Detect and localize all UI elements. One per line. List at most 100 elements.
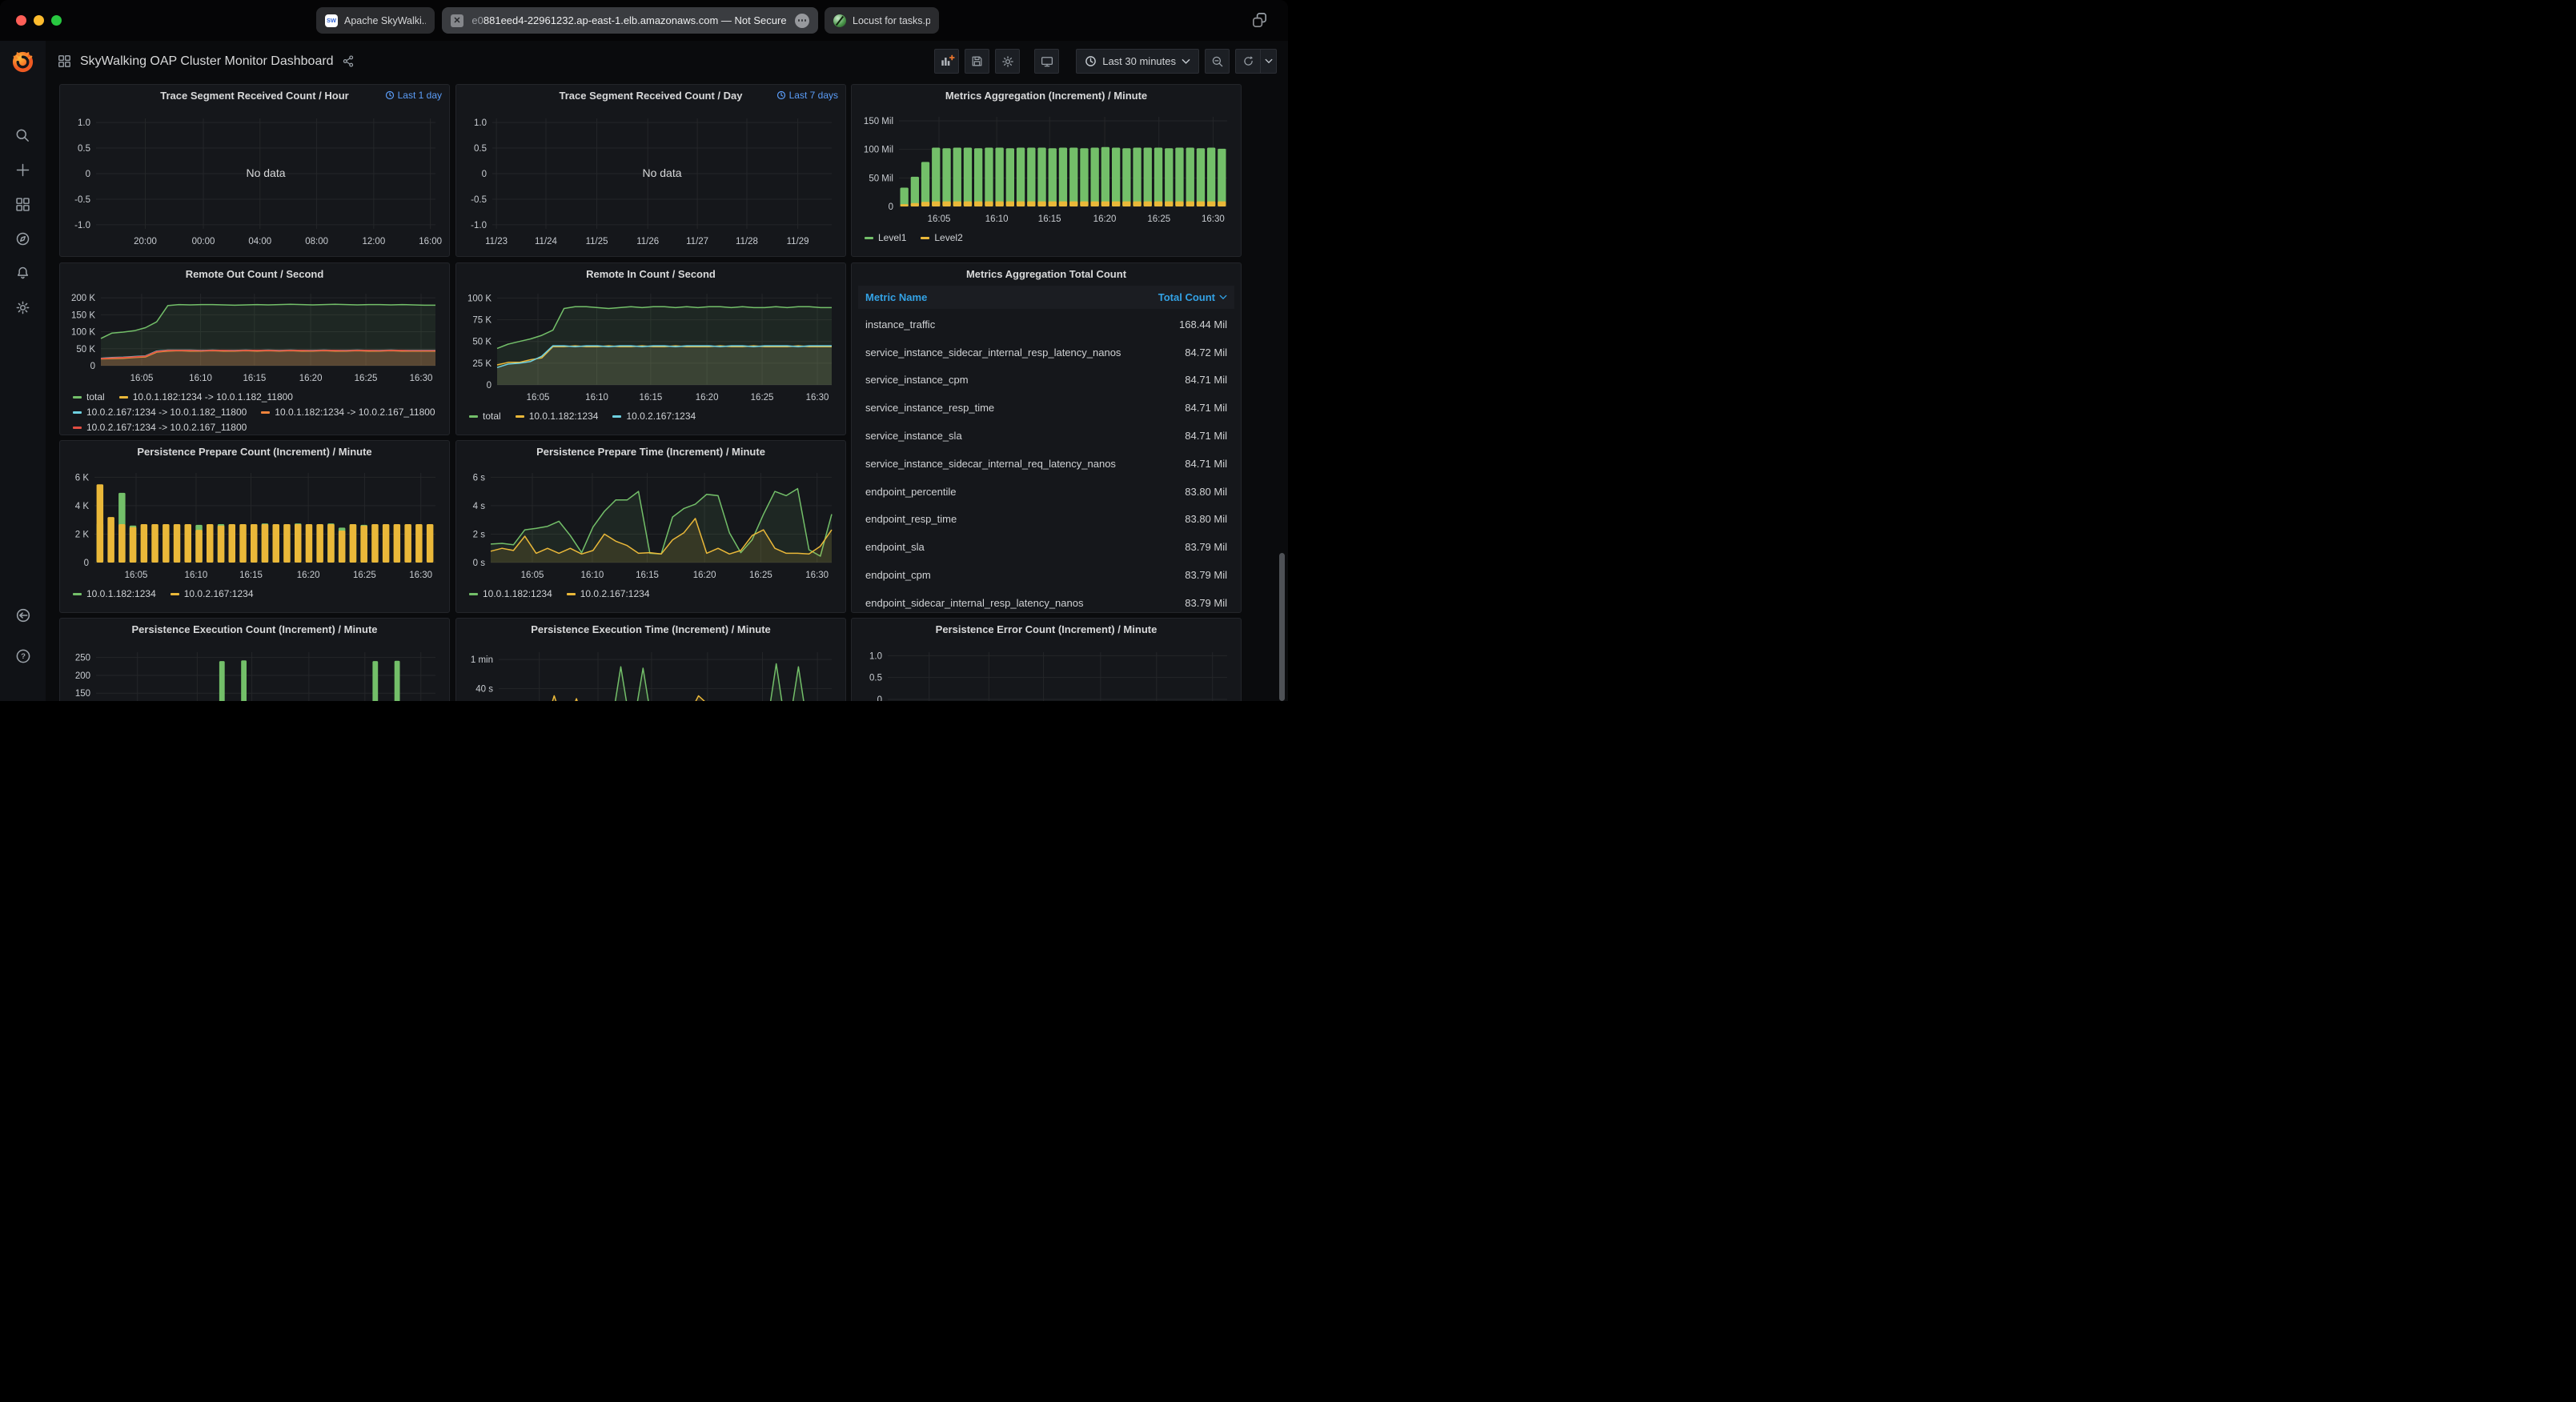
minimize-window-button[interactable] <box>34 15 44 26</box>
svg-text:16:25: 16:25 <box>751 393 774 403</box>
chart-trace-day[interactable]: 11/2311/2411/2511/2611/2711/2811/291.00.… <box>460 106 841 250</box>
help-icon: ? <box>14 647 32 665</box>
close-window-button[interactable] <box>16 15 26 26</box>
panel-title[interactable]: Persistence Execution Time (Increment) /… <box>531 623 771 635</box>
chart-error-count[interactable]: 16:0516:1016:1516:2016:2516:301.00.50-0.… <box>856 639 1237 701</box>
sidebar-item-alerting[interactable] <box>0 256 46 290</box>
table-body: instance_traffic168.44 Milservice_instan… <box>858 310 1234 613</box>
panel-title[interactable]: Trace Segment Received Count / Day <box>559 90 742 102</box>
table-row: instance_traffic168.44 Mil <box>858 310 1234 338</box>
chart-trace-hour[interactable]: 20:0000:0004:0008:0012:0016:001.00.50-0.… <box>64 106 445 250</box>
panel-title[interactable]: Persistence Execution Count (Increment) … <box>132 623 378 635</box>
chevron-down-icon <box>1265 58 1273 64</box>
chart-execution-time[interactable]: 16:0516:1016:1516:2016:2516:301 min40 s2… <box>460 639 841 701</box>
panel-persistence-execution-time: Persistence Execution Time (Increment) /… <box>455 618 846 701</box>
sidebar-item-sign-in[interactable] <box>14 607 32 628</box>
time-override-badge: Last 1 day <box>385 90 442 101</box>
svg-text:16:30: 16:30 <box>1202 214 1225 224</box>
panel-title[interactable]: Metrics Aggregation (Increment) / Minute <box>945 90 1147 102</box>
sidebar-item-dashboards[interactable] <box>0 187 46 222</box>
tab-locust[interactable]: Locust for tasks.py <box>825 7 939 34</box>
table-row: service_instance_sidecar_internal_resp_l… <box>858 338 1234 367</box>
sidebar-item-explore[interactable] <box>0 222 46 256</box>
table-row: service_instance_sla84.71 Mil <box>858 422 1234 450</box>
svg-text:11/29: 11/29 <box>787 237 809 246</box>
chart-prepare-count[interactable]: 16:0516:1016:1516:2016:2516:306 K4 K2 K0 <box>64 462 445 583</box>
refresh-dashboard-button[interactable] <box>1236 50 1260 73</box>
close-tab-icon[interactable]: ✕ <box>451 14 463 27</box>
legend-item[interactable]: 10.0.2.167:1234 -> 10.0.1.182_11800 <box>73 407 247 418</box>
svg-text:0.5: 0.5 <box>869 674 882 683</box>
chart-metrics-aggregation[interactable]: 16:0516:1016:1516:2016:2516:30150 Mil100… <box>856 106 1237 227</box>
table-row: endpoint_sidecar_internal_resp_latency_n… <box>858 589 1234 613</box>
share-icon[interactable] <box>342 54 355 68</box>
tab-apache-skywalking[interactable]: SW Apache SkyWalki... <box>316 7 435 34</box>
tab-options-icon[interactable] <box>795 14 809 28</box>
svg-text:16:00: 16:00 <box>419 237 442 246</box>
dashboard-settings-button[interactable] <box>995 49 1020 74</box>
legend-row: total 10.0.1.182:1234 10.0.2.167:1234 <box>469 411 845 422</box>
chart-prepare-time[interactable]: 16:0516:1016:1516:2016:2516:306 s4 s2 s0… <box>460 462 841 583</box>
svg-text:16:30: 16:30 <box>806 393 829 403</box>
time-override-badge: Last 7 days <box>776 90 838 101</box>
browser-window: SW Apache SkyWalki... ✕ e0881eed4-229612… <box>0 0 1288 701</box>
zoom-out-time-button[interactable] <box>1205 49 1230 74</box>
column-header-metric-name[interactable]: Metric Name <box>865 291 927 303</box>
gear-icon <box>1001 54 1015 69</box>
sidebar-item-help[interactable]: ? <box>14 647 32 669</box>
legend-item[interactable]: 10.0.2.167:1234 <box>567 588 650 599</box>
tab-title: Apache SkyWalki... <box>344 15 426 26</box>
sign-in-icon <box>14 607 32 624</box>
svg-text:0: 0 <box>487 381 492 391</box>
cycle-view-mode-button[interactable] <box>1034 49 1059 74</box>
chart-execution-count[interactable]: 16:0516:1016:1516:2016:2516:302502001501… <box>64 639 445 701</box>
time-range-picker[interactable]: Last 30 minutes <box>1076 49 1199 74</box>
page-scrollbar[interactable] <box>1279 553 1285 701</box>
svg-text:50 Mil: 50 Mil <box>869 174 893 183</box>
legend-item[interactable]: 10.0.1.182:1234 -> 10.0.1.182_11800 <box>119 391 293 403</box>
svg-text:16:30: 16:30 <box>410 374 433 383</box>
legend-item[interactable]: 10.0.2.167:1234 -> 10.0.2.167_11800 <box>73 422 247 433</box>
legend-item[interactable]: Level1 <box>865 232 906 243</box>
legend-item[interactable]: total <box>469 411 501 422</box>
refresh-interval-dropdown[interactable] <box>1260 50 1276 73</box>
sidebar-item-create[interactable] <box>0 153 46 187</box>
panel-title[interactable]: Trace Segment Received Count / Hour <box>160 90 349 102</box>
grafana-logo[interactable] <box>10 50 35 78</box>
legend-item[interactable]: 10.0.1.182:1234 <box>73 588 156 599</box>
legend-item[interactable]: 10.0.2.167:1234 <box>612 411 696 422</box>
svg-text:16:05: 16:05 <box>125 571 148 580</box>
column-header-total-count[interactable]: Total Count <box>1158 291 1227 303</box>
legend-item[interactable]: 10.0.2.167:1234 <box>171 588 254 599</box>
tab-overview-icon[interactable] <box>1250 11 1269 34</box>
svg-text:4 s: 4 s <box>473 502 486 511</box>
sidebar-menu <box>0 118 46 325</box>
panel-title[interactable]: Remote Out Count / Second <box>186 268 324 280</box>
panel-title[interactable]: Persistence Prepare Count (Increment) / … <box>137 446 371 458</box>
panel-title[interactable]: Metrics Aggregation Total Count <box>966 268 1126 280</box>
save-dashboard-button[interactable] <box>965 49 989 74</box>
sidebar-item-search[interactable] <box>0 118 46 153</box>
panel-title[interactable]: Remote In Count / Second <box>586 268 716 280</box>
maximize-window-button[interactable] <box>51 15 62 26</box>
svg-text:No data: No data <box>246 166 285 179</box>
legend-item[interactable]: 10.0.1.182:1234 <box>516 411 599 422</box>
panel-title[interactable]: Persistence Error Count (Increment) / Mi… <box>936 623 1158 635</box>
legend-row: 10.0.2.167:1234 -> 10.0.1.182_11800 10.0.… <box>73 407 449 418</box>
panel-remote-in: Remote In Count / Second 16:0516:1016:15… <box>455 262 846 435</box>
tab-active-dashboard[interactable]: ✕ e0881eed4-22961232.ap-east-1.elb.amazo… <box>442 7 818 34</box>
add-panel-button[interactable] <box>934 49 959 74</box>
clock-icon <box>1085 55 1097 67</box>
legend-item[interactable]: 10.0.1.182:1234 <box>469 588 552 599</box>
chart-remote-in[interactable]: 16:0516:1016:1516:2016:2516:30100 K75 K5… <box>460 284 841 406</box>
sidebar-item-configuration[interactable] <box>0 290 46 325</box>
legend-item[interactable]: total <box>73 391 105 403</box>
chart-remote-out[interactable]: 16:0516:1016:1516:2016:2516:30200 K150 K… <box>64 284 445 387</box>
legend-item[interactable]: 10.0.1.182:1234 -> 10.0.2.167_11800 <box>261 407 435 418</box>
svg-text:16:20: 16:20 <box>1093 214 1117 224</box>
legend-item[interactable]: Level2 <box>921 232 962 243</box>
svg-text:4 K: 4 K <box>75 502 90 511</box>
panel-title[interactable]: Persistence Prepare Time (Increment) / M… <box>536 446 765 458</box>
svg-text:00:00: 00:00 <box>192 237 215 246</box>
svg-text:16:20: 16:20 <box>693 571 716 580</box>
